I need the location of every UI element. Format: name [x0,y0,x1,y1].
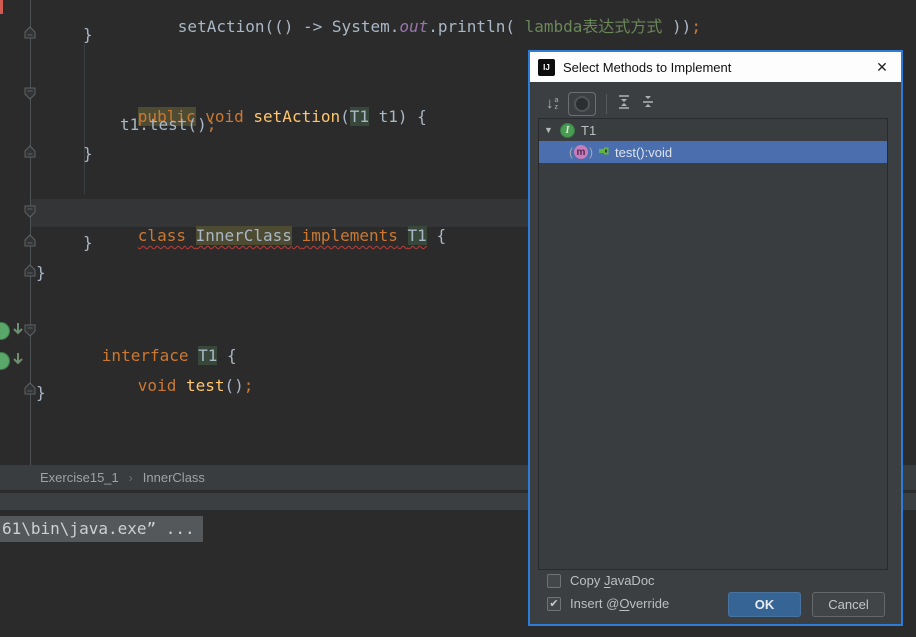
cancel-button[interactable]: Cancel [812,592,885,617]
tree-method-label: test():void [615,145,672,160]
fold-marker-collapse-icon[interactable] [22,381,38,397]
fold-marker-expand-icon[interactable] [22,203,38,219]
expand-all-icon[interactable] [617,94,631,115]
fold-marker-collapse-icon[interactable] [22,263,38,279]
dialog-title: Select Methods to Implement [563,60,861,75]
fold-marker-collapse-icon[interactable] [22,144,38,160]
circle-icon [574,96,590,112]
ok-button[interactable]: OK [728,592,801,617]
ide-window: setAction(() -> System.out.println( lamb… [0,0,916,637]
implemented-arrow-icon[interactable] [11,352,25,368]
breadcrumb-separator-icon: › [129,471,133,485]
code-line: } [83,232,93,254]
error-stripe-icon [0,0,3,14]
collapse-all-icon[interactable] [641,94,655,115]
tree-node-method-selected[interactable]: ( m ) test():void [539,141,887,163]
intellij-logo-icon: IJ [538,59,555,76]
code-line: void test(); [80,353,253,419]
code-line: class InnerClass implements T1 { [80,203,446,269]
checkbox-label: Insert @Override [570,596,669,611]
public-visibility-icon [598,145,610,160]
interface-icon: I [560,123,575,138]
abstract-method-icon: ( m ) [569,145,593,159]
code-line: } [83,24,93,46]
sort-alphabetically-icon[interactable]: ↓ az [546,97,558,111]
insert-override-option[interactable]: ✔ Insert @Override [547,596,669,611]
checkbox-label: Copy JavaDoc [570,573,655,588]
show-classes-toggle[interactable] [568,92,596,116]
tree-node-interface[interactable]: ▼ I T1 [539,119,887,141]
select-methods-dialog: IJ Select Methods to Implement ✕ ↓ az ▼ … [528,50,903,626]
copy-javadoc-option[interactable]: Copy JavaDoc [547,573,655,588]
implemented-arrow-icon[interactable] [11,322,25,338]
breadcrumb-item-class[interactable]: InnerClass [143,470,205,485]
implemented-marker-icon[interactable] [0,322,10,340]
dialog-titlebar[interactable]: IJ Select Methods to Implement ✕ [530,52,901,82]
fold-marker-expand-icon[interactable] [22,85,38,101]
code-line: } [83,143,93,165]
console-output-text[interactable]: 61\bin\java.exe” ... [0,516,203,542]
fold-marker-collapse-icon[interactable] [22,25,38,41]
toolbar-separator [606,94,607,114]
close-icon[interactable]: ✕ [869,55,895,79]
methods-tree: ▼ I T1 ( m ) test():void [538,118,888,570]
checkbox-unchecked[interactable] [547,574,561,588]
tree-node-label: T1 [581,123,596,138]
chevron-down-icon[interactable]: ▼ [544,125,554,135]
implemented-marker-icon[interactable] [0,352,10,370]
code-line: t1.test(); [120,114,216,136]
breadcrumb-item-file[interactable]: Exercise15_1 [40,470,119,485]
checkbox-checked[interactable]: ✔ [547,597,561,611]
fold-marker-collapse-icon[interactable] [22,233,38,249]
